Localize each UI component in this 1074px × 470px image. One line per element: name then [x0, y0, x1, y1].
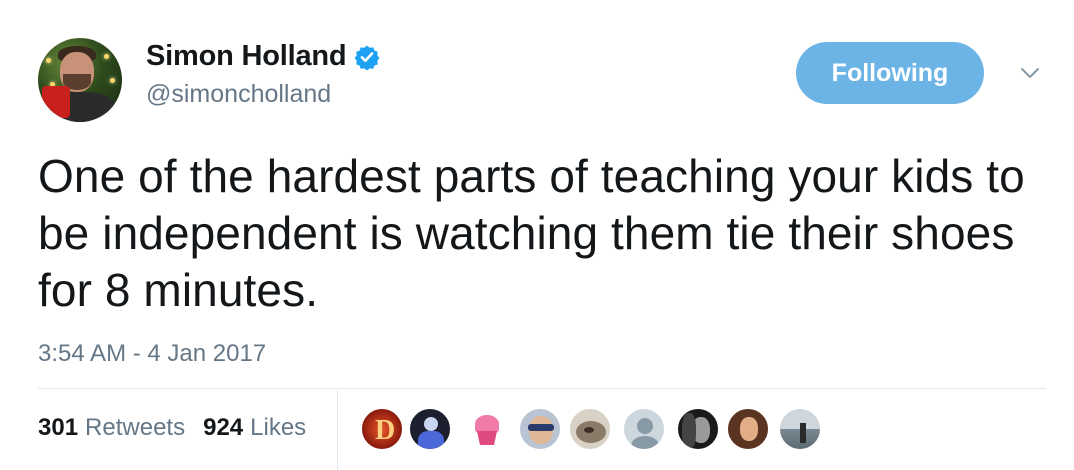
liker-avatar-default[interactable]: [622, 407, 666, 451]
chevron-down-icon[interactable]: [1017, 62, 1043, 84]
tweet-timestamp[interactable]: 3:54 AM - 4 Jan 2017: [38, 340, 266, 368]
stats-separator: [337, 390, 338, 470]
divider: [38, 388, 1046, 389]
retweets-stat[interactable]: 301 Retweets: [38, 414, 185, 442]
liker-avatar-glasses[interactable]: [518, 407, 562, 451]
author-handle[interactable]: @simoncholland: [146, 80, 331, 109]
liker-avatar-d[interactable]: D: [360, 407, 404, 451]
likes-stat[interactable]: 924 Likes: [203, 414, 306, 442]
retweets-label: Retweets: [85, 414, 186, 441]
likes-label: Likes: [250, 414, 307, 441]
tweet-card: Simon Holland @simoncholland Following O…: [0, 0, 1074, 470]
liker-avatar-woman[interactable]: [726, 407, 770, 451]
author-avatar[interactable]: [38, 38, 122, 122]
tweet-stats: 301 Retweets 924 Likes: [38, 414, 324, 442]
liker-avatar-beach[interactable]: [778, 407, 822, 451]
liker-avatar-cupcake[interactable]: [464, 407, 508, 451]
liker-avatar-dog[interactable]: [568, 407, 612, 451]
following-button[interactable]: Following: [796, 42, 984, 104]
author-name[interactable]: Simon Holland: [146, 40, 347, 73]
retweets-count: 301: [38, 414, 79, 441]
author-name-row: Simon Holland: [146, 40, 380, 73]
likes-count: 924: [203, 414, 244, 441]
tweet-text: One of the hardest parts of teaching you…: [38, 150, 1025, 316]
liker-avatar-blue-figure[interactable]: [408, 407, 452, 451]
liker-avatar-bw-portrait[interactable]: [676, 407, 720, 451]
verified-badge-icon: [354, 45, 380, 70]
